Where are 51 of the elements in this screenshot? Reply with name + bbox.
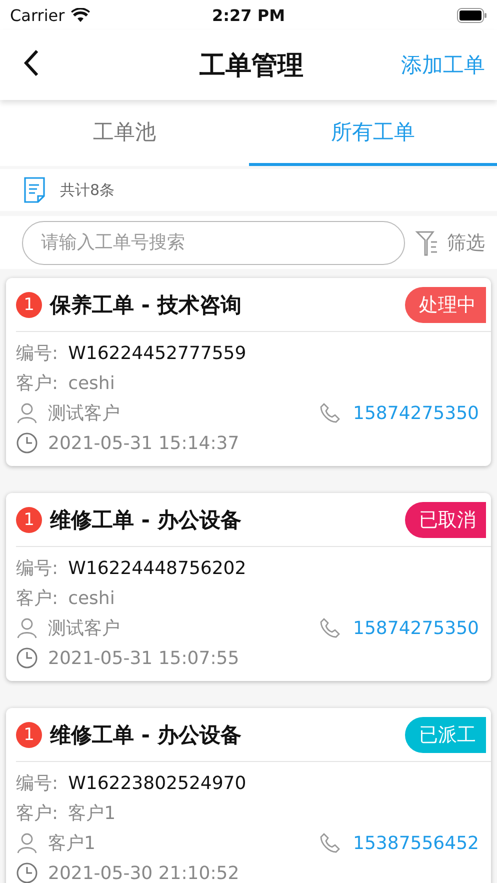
phone-link[interactable]: 15874275350 bbox=[353, 402, 479, 424]
contact-name: 测试客户 bbox=[48, 402, 120, 425]
phone-icon bbox=[319, 832, 342, 854]
battery-icon bbox=[457, 8, 487, 22]
contact-name: 测试客户 bbox=[48, 617, 120, 640]
field-label: 客户: bbox=[16, 802, 58, 825]
person-icon bbox=[16, 402, 38, 424]
phone-link[interactable]: 15874275350 bbox=[353, 618, 479, 638]
count-badge: 1 bbox=[16, 292, 42, 318]
field-label: 客户: bbox=[16, 372, 58, 395]
filter-button[interactable]: 筛选 bbox=[415, 228, 485, 256]
customer-name: 客户1 bbox=[68, 802, 116, 825]
clock-icon bbox=[16, 647, 38, 669]
person-icon bbox=[16, 617, 38, 639]
order-time: 2021-05-31 15:07:55 bbox=[48, 648, 240, 668]
order-title: 维修工单 - 办公设备 bbox=[50, 722, 242, 748]
phone-icon bbox=[319, 402, 342, 424]
document-icon bbox=[24, 177, 46, 203]
order-number: W16223802524970 bbox=[68, 772, 246, 794]
wifi-icon bbox=[70, 8, 90, 22]
order-time: 2021-05-31 15:14:37 bbox=[48, 432, 240, 454]
total-count: 共计8条 bbox=[60, 180, 115, 200]
status-tag: 处理中 bbox=[405, 286, 486, 322]
carrier-name: Carrier bbox=[10, 6, 65, 24]
customer-name: ceshi bbox=[68, 588, 115, 608]
tab[interactable]: 所有工单 bbox=[248, 100, 497, 166]
order-time: 2021-05-30 21:10:52 bbox=[48, 862, 240, 883]
count-badge: 1 bbox=[16, 506, 42, 532]
count-badge: 1 bbox=[16, 722, 42, 748]
add-order-button[interactable]: 添加工单 bbox=[375, 51, 485, 79]
clock-time: 2:27 PM bbox=[212, 6, 285, 24]
field-label: 编号: bbox=[16, 772, 58, 795]
tab[interactable]: 工单池 bbox=[0, 100, 248, 166]
field-label: 客户: bbox=[16, 587, 58, 610]
contact-name: 客户1 bbox=[48, 832, 96, 855]
clock-icon bbox=[16, 432, 38, 454]
field-label: 编号: bbox=[16, 557, 58, 580]
order-title: 保养工单 - 技术咨询 bbox=[50, 292, 242, 318]
phone-link[interactable]: 15387556452 bbox=[353, 832, 479, 854]
status-tag: 已派工 bbox=[405, 716, 486, 752]
phone-icon bbox=[319, 617, 342, 639]
person-icon bbox=[16, 832, 38, 854]
order-number: W16224448756202 bbox=[68, 558, 246, 578]
search-field[interactable]: 请输入工单号搜索 bbox=[22, 220, 405, 264]
status-tag: 已取消 bbox=[405, 502, 486, 538]
order-number: W16224452777559 bbox=[68, 342, 246, 364]
customer-name: ceshi bbox=[68, 372, 115, 394]
page-title: 工单管理 bbox=[200, 50, 304, 80]
clock-icon bbox=[16, 862, 38, 883]
order-title: 维修工单 - 办公设备 bbox=[50, 506, 242, 534]
field-label: 编号: bbox=[16, 342, 58, 365]
